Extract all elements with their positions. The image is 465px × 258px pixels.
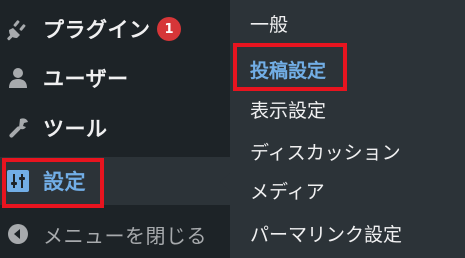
wrench-icon <box>5 115 31 141</box>
sidebar-item-label: ツール <box>43 117 108 141</box>
sidebar-item-label: 設定 <box>43 170 86 194</box>
sidebar-item-plugins[interactable]: プラグイン 1 <box>0 5 230 53</box>
submenu-pointer <box>220 173 230 191</box>
sidebar-item-label: ユーザー <box>43 67 129 91</box>
plugin-icon <box>5 16 31 42</box>
admin-sidebar: プラグイン 1 ユーザー ツール 設定 メニューを閉じる <box>0 0 230 258</box>
sidebar-item-label: プラグイン <box>43 18 151 42</box>
sidebar-item-settings[interactable]: 設定 <box>0 157 230 205</box>
collapse-arrow-icon <box>5 221 31 247</box>
sidebar-item-tools[interactable]: ツール <box>0 104 230 152</box>
submenu-item-discussion[interactable]: ディスカッション <box>250 138 401 165</box>
submenu-item-media[interactable]: メディア <box>250 177 325 204</box>
sidebar-item-label: メニューを閉じる <box>43 223 207 248</box>
submenu-item-permalinks[interactable]: パーマリンク設定 <box>250 220 402 247</box>
settings-sliders-icon <box>5 168 31 194</box>
update-count-badge: 1 <box>157 17 181 41</box>
collapse-menu-button[interactable]: メニューを閉じる <box>0 210 230 258</box>
submenu-item-writing[interactable]: 投稿設定 <box>250 56 326 83</box>
submenu-item-reading[interactable]: 表示設定 <box>250 96 326 123</box>
sidebar-item-users[interactable]: ユーザー <box>0 54 230 102</box>
submenu-item-general[interactable]: 一般 <box>250 10 288 37</box>
user-icon <box>5 65 31 91</box>
